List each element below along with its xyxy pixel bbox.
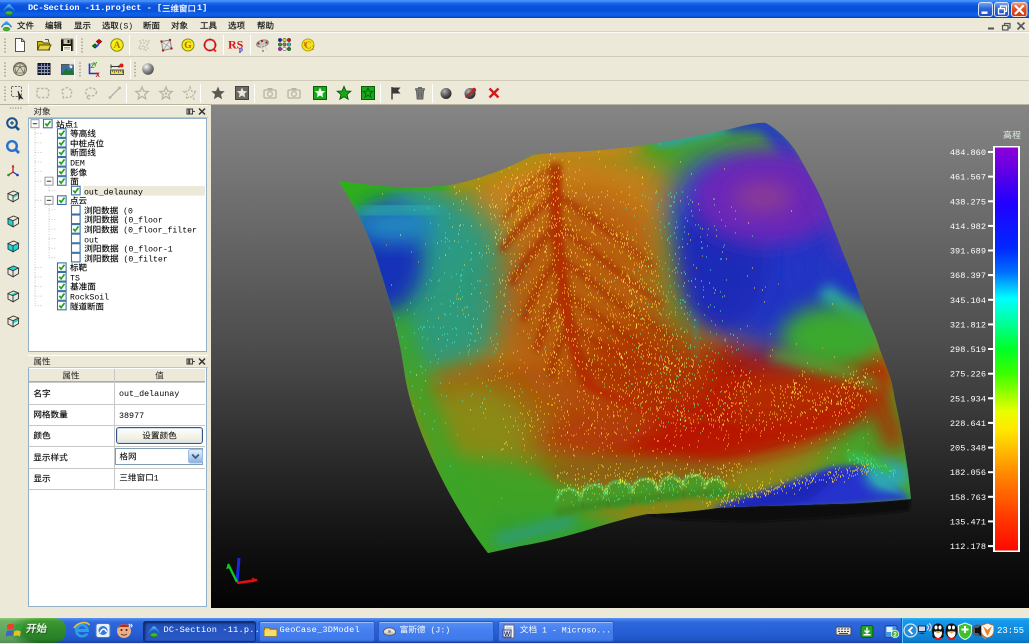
svg-text:298.519: 298.519 — [950, 345, 986, 355]
svg-text:484.860: 484.860 — [950, 148, 986, 158]
svg-text:135.471: 135.471 — [950, 517, 986, 527]
svg-text:391.689: 391.689 — [950, 247, 986, 257]
svg-text:G: G — [184, 41, 192, 51]
svg-text:Microso...: Microso... — [561, 626, 610, 636]
svg-text:1: 1 — [154, 475, 159, 484]
svg-text:W: W — [504, 631, 511, 638]
svg-text:345.104: 345.104 — [950, 296, 986, 306]
svg-text:2: 2 — [893, 631, 897, 638]
svg-text:228.641: 228.641 — [950, 419, 986, 429]
svg-text:461.567: 461.567 — [950, 173, 986, 183]
svg-text:112.178: 112.178 — [950, 542, 986, 552]
svg-text:X: X — [96, 72, 101, 77]
svg-text:368.397: 368.397 — [950, 271, 986, 281]
svg-text:1: 1 — [541, 627, 546, 636]
svg-text:321.812: 321.812 — [950, 320, 986, 330]
svg-text:438.275: 438.275 — [950, 197, 986, 207]
svg-text:out_delaunay: out_delaunay — [84, 187, 143, 197]
svg-text:(J:): (J:) — [430, 626, 450, 636]
svg-text:158.763: 158.763 — [950, 493, 986, 503]
svg-text:Y: Y — [93, 62, 98, 69]
svg-text:A: A — [114, 41, 121, 51]
svg-text:2: 2 — [312, 46, 315, 52]
svg-text:205.348: 205.348 — [950, 444, 986, 454]
svg-text:275.226: 275.226 — [950, 370, 986, 380]
svg-text:(0_filter: (0_filter — [123, 254, 167, 264]
svg-text:251.934: 251.934 — [950, 394, 986, 404]
svg-text:(S): (S) — [119, 22, 133, 31]
svg-text:182.056: 182.056 — [950, 468, 986, 478]
svg-text:-: - — [551, 627, 556, 636]
svg-text:414.982: 414.982 — [950, 222, 986, 232]
svg-text:1: 1 — [303, 42, 306, 48]
svg-text:(0_floor_filter: (0_floor_filter — [123, 226, 197, 236]
svg-text:p: p — [239, 46, 243, 54]
